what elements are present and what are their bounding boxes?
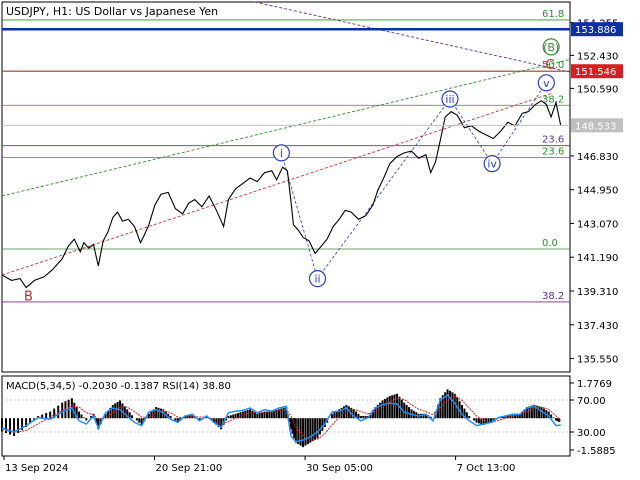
price-tick-label: 143.070 — [577, 219, 618, 230]
price-tick-label: 137.430 — [577, 321, 618, 332]
price-tick-label: 146.830 — [577, 152, 618, 163]
price-tick-label: 135.550 — [577, 355, 618, 366]
time-tick-label: 30 Sep 05:00 — [306, 463, 373, 474]
wave-label: (B) — [543, 41, 559, 54]
fib-level-label: 23.6 — [542, 135, 564, 146]
indicator-tick-label: 30.00 — [577, 428, 606, 439]
indicator-tick-label: 1.7769 — [577, 379, 612, 390]
wave-label: ii — [314, 273, 320, 286]
price-tick-label: 150.590 — [577, 84, 618, 95]
price-tick-label: 141.190 — [577, 253, 618, 264]
wave-label: v — [543, 77, 550, 90]
chart-root: 61.850.038.223.623.60.038.2 BiiiiiiivvC(… — [0, 0, 640, 480]
price-tick-label: 144.950 — [577, 186, 618, 197]
fib-level-label: 0.0 — [542, 238, 558, 249]
wave-label: i — [280, 147, 283, 160]
fib-level-label: 23.6 — [542, 146, 564, 157]
time-tick-label: 13 Sep 2024 — [5, 463, 68, 474]
time-tick-label: 20 Sep 21:00 — [156, 463, 223, 474]
fib-level-label: 38.2 — [542, 291, 564, 302]
wave-label: iv — [487, 158, 497, 171]
price-label-text: 148.533 — [575, 121, 616, 132]
indicator-tick-label: 70.00 — [577, 396, 606, 407]
price-label-text: 153.886 — [575, 25, 616, 36]
indicator-title: MACD(5,34,5) -0.2030 -0.1387 RSI(14) 38.… — [6, 381, 231, 392]
wave-label: C — [545, 58, 554, 73]
indicator-tick-label: -1.5885 — [577, 446, 616, 457]
chart-title: USDJPY, H1: US Dollar vs Japanese Yen — [6, 5, 218, 18]
time-tick-label: 7 Oct 13:00 — [457, 463, 516, 474]
wave-label: B — [24, 290, 33, 305]
wave-label: iii — [445, 93, 454, 106]
price-tick-label: 152.430 — [577, 51, 618, 62]
fib-level-label: 61.8 — [542, 9, 564, 20]
price-tick-label: 139.310 — [577, 287, 618, 298]
price-label-text: 151.546 — [575, 67, 616, 78]
